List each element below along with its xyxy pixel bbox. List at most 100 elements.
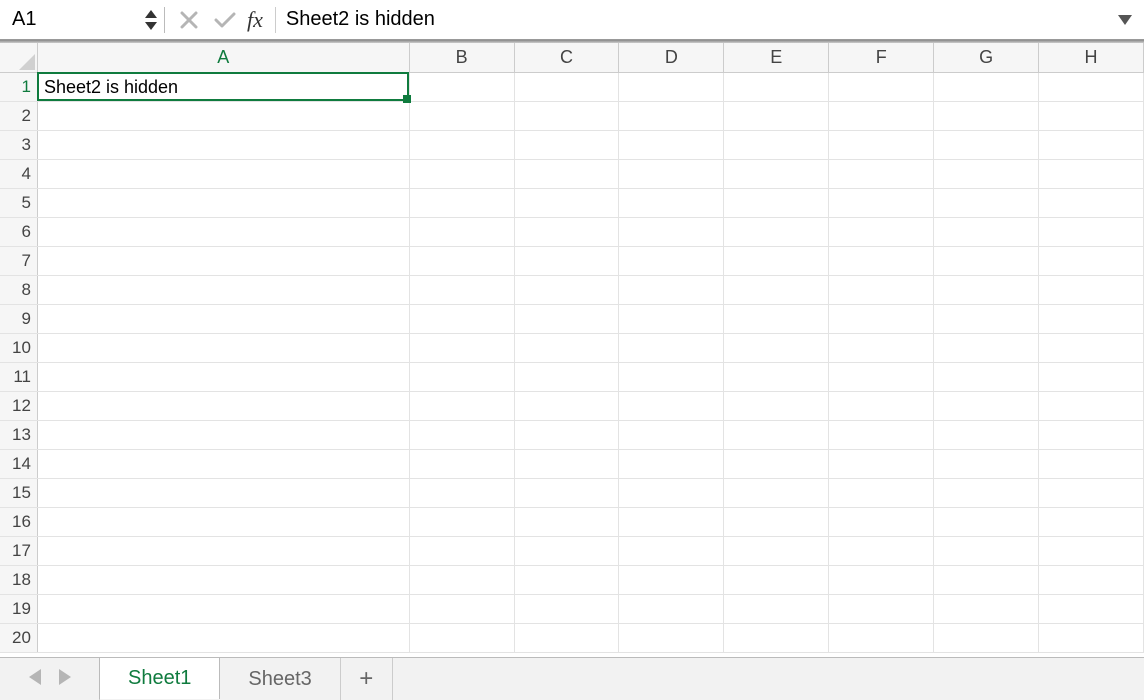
cell-E9[interactable]: [724, 305, 829, 333]
cell-C15[interactable]: [515, 479, 620, 507]
row-header-16[interactable]: 16: [0, 508, 38, 536]
cell-C8[interactable]: [515, 276, 620, 304]
cell-F16[interactable]: [829, 508, 934, 536]
cell-D10[interactable]: [619, 334, 724, 362]
cell-E15[interactable]: [724, 479, 829, 507]
cell-A15[interactable]: [38, 479, 410, 507]
cell-H9[interactable]: [1039, 305, 1144, 333]
cell-D16[interactable]: [619, 508, 724, 536]
cell-C12[interactable]: [515, 392, 620, 420]
cell-B16[interactable]: [410, 508, 515, 536]
cell-F8[interactable]: [829, 276, 934, 304]
row-header-10[interactable]: 10: [0, 334, 38, 362]
name-box[interactable]: A1: [10, 8, 142, 31]
cell-E19[interactable]: [724, 595, 829, 623]
cell-G16[interactable]: [934, 508, 1039, 536]
cell-D2[interactable]: [619, 102, 724, 130]
cell-A17[interactable]: [38, 537, 410, 565]
sheet-nav-prev[interactable]: [29, 668, 41, 691]
cell-G13[interactable]: [934, 421, 1039, 449]
cell-B19[interactable]: [410, 595, 515, 623]
cell-F12[interactable]: [829, 392, 934, 420]
column-header-H[interactable]: H: [1039, 43, 1144, 72]
cell-G3[interactable]: [934, 131, 1039, 159]
cell-G6[interactable]: [934, 218, 1039, 246]
cell-F2[interactable]: [829, 102, 934, 130]
cell-H12[interactable]: [1039, 392, 1144, 420]
cell-H18[interactable]: [1039, 566, 1144, 594]
cell-E10[interactable]: [724, 334, 829, 362]
row-header-19[interactable]: 19: [0, 595, 38, 623]
cell-C13[interactable]: [515, 421, 620, 449]
cell-G4[interactable]: [934, 160, 1039, 188]
cell-C5[interactable]: [515, 189, 620, 217]
name-box-stepper[interactable]: [142, 6, 160, 34]
cell-B18[interactable]: [410, 566, 515, 594]
cell-E4[interactable]: [724, 160, 829, 188]
cell-H2[interactable]: [1039, 102, 1144, 130]
cell-H14[interactable]: [1039, 450, 1144, 478]
cell-D18[interactable]: [619, 566, 724, 594]
column-header-A[interactable]: A: [38, 43, 410, 72]
row-header-11[interactable]: 11: [0, 363, 38, 391]
cell-A18[interactable]: [38, 566, 410, 594]
cell-C20[interactable]: [515, 624, 620, 652]
cell-B2[interactable]: [410, 102, 515, 130]
cell-E20[interactable]: [724, 624, 829, 652]
cell-B8[interactable]: [410, 276, 515, 304]
add-sheet-button[interactable]: +: [341, 658, 393, 700]
cell-D17[interactable]: [619, 537, 724, 565]
cell-C7[interactable]: [515, 247, 620, 275]
row-header-14[interactable]: 14: [0, 450, 38, 478]
cell-A6[interactable]: [38, 218, 410, 246]
row-header-18[interactable]: 18: [0, 566, 38, 594]
cell-C2[interactable]: [515, 102, 620, 130]
cell-D6[interactable]: [619, 218, 724, 246]
column-header-B[interactable]: B: [410, 43, 515, 72]
cell-G17[interactable]: [934, 537, 1039, 565]
cell-E3[interactable]: [724, 131, 829, 159]
cell-H16[interactable]: [1039, 508, 1144, 536]
cell-G18[interactable]: [934, 566, 1039, 594]
cell-D5[interactable]: [619, 189, 724, 217]
cell-F1[interactable]: [829, 73, 934, 101]
cell-A12[interactable]: [38, 392, 410, 420]
formula-expand-button[interactable]: [1110, 5, 1140, 35]
cell-B3[interactable]: [410, 131, 515, 159]
cell-A11[interactable]: [38, 363, 410, 391]
cell-C10[interactable]: [515, 334, 620, 362]
cell-E11[interactable]: [724, 363, 829, 391]
cell-E1[interactable]: [724, 73, 829, 101]
cell-B12[interactable]: [410, 392, 515, 420]
cell-D14[interactable]: [619, 450, 724, 478]
cell-B7[interactable]: [410, 247, 515, 275]
cell-E18[interactable]: [724, 566, 829, 594]
row-header-8[interactable]: 8: [0, 276, 38, 304]
cell-B20[interactable]: [410, 624, 515, 652]
sheet-tab-sheet1[interactable]: Sheet1: [99, 657, 220, 699]
cell-B5[interactable]: [410, 189, 515, 217]
cell-G12[interactable]: [934, 392, 1039, 420]
row-header-2[interactable]: 2: [0, 102, 38, 130]
cell-A14[interactable]: [38, 450, 410, 478]
cell-H5[interactable]: [1039, 189, 1144, 217]
cell-G14[interactable]: [934, 450, 1039, 478]
cell-F5[interactable]: [829, 189, 934, 217]
cell-H11[interactable]: [1039, 363, 1144, 391]
cell-H17[interactable]: [1039, 537, 1144, 565]
cell-A1[interactable]: Sheet2 is hidden: [38, 73, 410, 101]
cell-F11[interactable]: [829, 363, 934, 391]
cell-C19[interactable]: [515, 595, 620, 623]
cell-G19[interactable]: [934, 595, 1039, 623]
cell-C3[interactable]: [515, 131, 620, 159]
cell-B15[interactable]: [410, 479, 515, 507]
cell-F13[interactable]: [829, 421, 934, 449]
cell-D11[interactable]: [619, 363, 724, 391]
cell-B13[interactable]: [410, 421, 515, 449]
cell-F7[interactable]: [829, 247, 934, 275]
cell-G7[interactable]: [934, 247, 1039, 275]
cell-A7[interactable]: [38, 247, 410, 275]
cell-F14[interactable]: [829, 450, 934, 478]
row-header-12[interactable]: 12: [0, 392, 38, 420]
cell-E8[interactable]: [724, 276, 829, 304]
